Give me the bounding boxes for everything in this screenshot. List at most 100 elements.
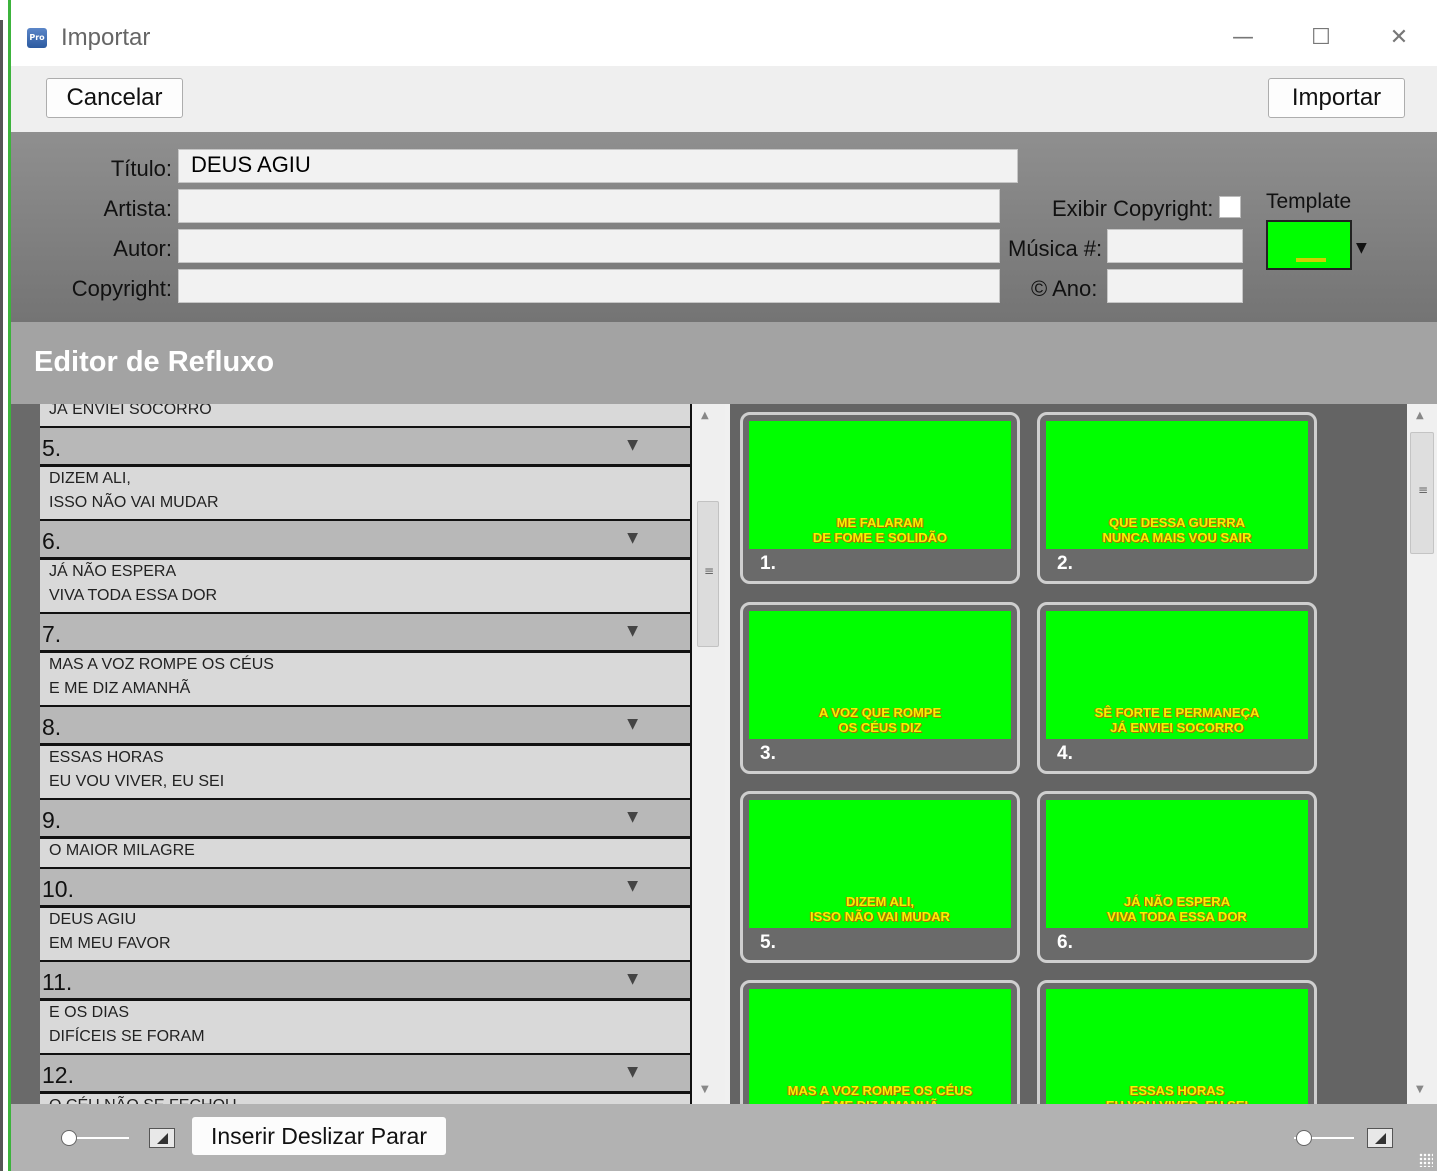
copyright-field[interactable] (178, 269, 1000, 303)
minimize-icon[interactable]: — (1223, 18, 1263, 58)
slides-scroll-thumb[interactable]: ≡ (1410, 432, 1434, 554)
cancel-button[interactable]: Cancelar (46, 78, 183, 118)
slide-thumbnail[interactable]: ESSAS HORASEU VOU VIVER, EU SEI (1037, 980, 1317, 1104)
slide-thumbnail[interactable]: ME FALARAM DE FOME E SOLIDÃO 1. (740, 412, 1020, 584)
lyrics-list[interactable]: JÁ ENVIEI SOCORRO 5. ▼ DIZEM ALI, ISSO NÃO V… (40, 404, 692, 1104)
zoom-slider-icon[interactable] (1286, 1128, 1356, 1148)
zoom-preview-icon[interactable] (149, 1128, 175, 1148)
dropdown-arrow-icon[interactable]: ▼ (627, 972, 638, 986)
slide-thumbnail[interactable]: MAS A VOZ ROMPE OS CÉUSE ME DIZ AMANHÃ (740, 980, 1020, 1104)
segment-number[interactable]: 12. ▼ (40, 1055, 690, 1091)
slide-thumbnail[interactable]: QUE DESSA GUERRA NUNCA MAIS VOU SAIR 2. (1037, 412, 1317, 584)
segment-number[interactable]: 6. ▼ (40, 521, 690, 557)
dropdown-arrow-icon[interactable]: ▼ (627, 1065, 638, 1079)
resize-grip-icon[interactable] (1419, 1153, 1433, 1167)
lyric-line: JÁ ENVIEI SOCORRO (49, 404, 212, 418)
scroll-down-icon[interactable]: ▼ (701, 1084, 709, 1095)
insert-slide-break-button[interactable]: Inserir Deslizar Parar (192, 1117, 446, 1155)
maximize-icon[interactable]: ☐ (1301, 18, 1341, 58)
slides-grid: ME FALARAM DE FOME E SOLIDÃO 1. QUE DESSA G… (730, 404, 1407, 1104)
scroll-up-icon[interactable]: ▲ (701, 410, 709, 421)
reflow-segment[interactable]: JÁ NÃO ESPERA VIVA TODA ESSA DOR 7. ▼ (40, 560, 690, 650)
slides-panel: ME FALARAM DE FOME E SOLIDÃO 1. QUE DESSA G… (725, 404, 1437, 1104)
slide-text-line: ME FALARAM (836, 515, 924, 530)
reflow-segment[interactable]: DEUS AGIU EM MEU FAVOR 11. ▼ (40, 908, 690, 998)
slides-scrollbar[interactable]: ▲ ≡ ▼ (1407, 404, 1437, 1104)
segment-lyrics[interactable]: JÁ NÃO ESPERA VIVA TODA ESSA DOR (40, 560, 690, 612)
segment-number-label: 5. (42, 435, 62, 461)
scroll-up-icon[interactable]: ▲ (1416, 410, 1424, 421)
slide-text-line: QUE DESSA GUERRA (1108, 515, 1246, 530)
slide-preview: MAS A VOZ ROMPE OS CÉUSE ME DIZ AMANHÃ (749, 989, 1011, 1104)
segment-lyrics[interactable]: MAS A VOZ ROMPE OS CÉUS E ME DIZ AMANHÃ (40, 653, 690, 705)
slide-text-line: JÁ NÃO ESPERA (1123, 894, 1231, 909)
template-picker[interactable] (1266, 220, 1352, 270)
slide-text-line: SÊ FORTE E PERMANEÇA (1094, 705, 1260, 720)
scroll-down-icon[interactable]: ▼ (1416, 1084, 1424, 1095)
segment-number[interactable]: 10. ▼ (40, 869, 690, 905)
slide-text-line: ESSAS HORAS (1129, 1083, 1225, 1098)
reflow-segment[interactable]: E OS DIAS DIFÍCEIS SE FORAM 12. ▼ (40, 1001, 690, 1091)
segment-number[interactable]: 8. ▼ (40, 707, 690, 743)
show-copyright-checkbox[interactable] (1219, 196, 1241, 218)
zoom-slider-icon[interactable] (61, 1128, 131, 1148)
segment-lyrics[interactable]: O CÉU NÃO SE FECHOU (40, 1094, 690, 1104)
dropdown-arrow-icon[interactable]: ▼ (627, 810, 638, 824)
lyric-line: VIVA TODA ESSA DOR (49, 587, 218, 604)
slide-thumbnail[interactable]: A VOZ QUE ROMPE OS CÉUS DIZ 3. (740, 602, 1020, 774)
segment-lyrics[interactable]: DEUS AGIU EM MEU FAVOR (40, 908, 690, 960)
segment-number[interactable]: 5. ▼ (40, 428, 690, 464)
close-icon[interactable]: ✕ (1379, 18, 1419, 58)
segment-number-label: 9. (42, 807, 62, 833)
dropdown-arrow-icon[interactable]: ▼ (627, 531, 638, 545)
lyric-line: JÁ NÃO ESPERA (49, 563, 177, 580)
reflow-segment[interactable]: ESSAS HORAS EU VOU VIVER, EU SEI 9. ▼ (40, 746, 690, 836)
slide-text: ESSAS HORASEU VOU VIVER, EU SEI (1046, 1083, 1308, 1104)
slide-preview: ME FALARAM DE FOME E SOLIDÃO (749, 421, 1011, 549)
dropdown-arrow-icon[interactable]: ▼ (1356, 240, 1367, 256)
zoom-preview-icon[interactable] (1367, 1128, 1393, 1148)
segment-number[interactable]: 11. ▼ (40, 962, 690, 998)
lyric-line: E ME DIZ AMANHÃ (49, 680, 191, 697)
slide-number: 4. (1057, 743, 1073, 764)
template-text-bar (1296, 258, 1326, 262)
slide-thumbnail[interactable]: DIZEM ALI, ISSO NÃO VAI MUDAR 5. (740, 791, 1020, 963)
list-scrollbar[interactable]: ▲ ≡ ▼ (692, 404, 725, 1104)
reflow-segment[interactable]: O MAIOR MILAGRE 10. ▼ (40, 839, 690, 905)
reflow-segment[interactable]: DIZEM ALI, ISSO NÃO VAI MUDAR 6. ▼ (40, 467, 690, 557)
copyright-label: Copyright: (71, 276, 172, 301)
artist-field[interactable] (178, 189, 1000, 223)
reflow-header: Editor de Refluxo (11, 322, 1437, 404)
segment-number[interactable]: 9. ▼ (40, 800, 690, 836)
segment-lyrics[interactable]: E OS DIAS DIFÍCEIS SE FORAM (40, 1001, 690, 1053)
action-bar: Cancelar Importar (11, 66, 1437, 132)
reflow-segment[interactable]: O CÉU NÃO SE FECHOU13.▼ (40, 1094, 690, 1104)
segment-lyrics[interactable]: JÁ ENVIEI SOCORRO (40, 404, 690, 426)
slide-thumbnail[interactable]: JÁ NÃO ESPERA VIVA TODA ESSA DOR 6. (1037, 791, 1317, 963)
segment-number[interactable]: 7. ▼ (40, 614, 690, 650)
dropdown-arrow-icon[interactable]: ▼ (627, 717, 638, 731)
title-field[interactable]: DEUS AGIU (178, 149, 1018, 183)
segment-number-label: 7. (42, 621, 62, 647)
slide-text: MAS A VOZ ROMPE OS CÉUSE ME DIZ AMANHÃ (749, 1083, 1011, 1104)
reflow-segment[interactable]: MAS A VOZ ROMPE OS CÉUS E ME DIZ AMANHÃ 8.… (40, 653, 690, 743)
year-field[interactable] (1107, 269, 1243, 303)
import-button[interactable]: Importar (1268, 78, 1405, 118)
slide-number: 6. (1057, 932, 1073, 953)
window-left-edge (0, 0, 11, 1171)
dropdown-arrow-icon[interactable]: ▼ (627, 438, 638, 452)
reflow-segment[interactable]: JÁ ENVIEI SOCORRO 5. ▼ (40, 404, 690, 464)
author-field[interactable] (178, 229, 1000, 263)
list-scroll-thumb[interactable]: ≡ (697, 501, 719, 647)
song-number-field[interactable] (1107, 229, 1243, 263)
segment-lyrics[interactable]: ESSAS HORAS EU VOU VIVER, EU SEI (40, 746, 690, 798)
segment-number-label: 12. (42, 1062, 74, 1088)
song-number-label: Música #: (1008, 236, 1103, 261)
dropdown-arrow-icon[interactable]: ▼ (627, 879, 638, 893)
slide-text-line: NUNCA MAIS VOU SAIR (1102, 530, 1252, 545)
segment-lyrics[interactable]: O MAIOR MILAGRE (40, 839, 690, 867)
slide-preview: A VOZ QUE ROMPE OS CÉUS DIZ (749, 611, 1011, 739)
slide-thumbnail[interactable]: SÊ FORTE E PERMANEÇA JÁ ENVIEI SOCORRO 4. (1037, 602, 1317, 774)
segment-lyrics[interactable]: DIZEM ALI, ISSO NÃO VAI MUDAR (40, 467, 690, 519)
dropdown-arrow-icon[interactable]: ▼ (627, 624, 638, 638)
